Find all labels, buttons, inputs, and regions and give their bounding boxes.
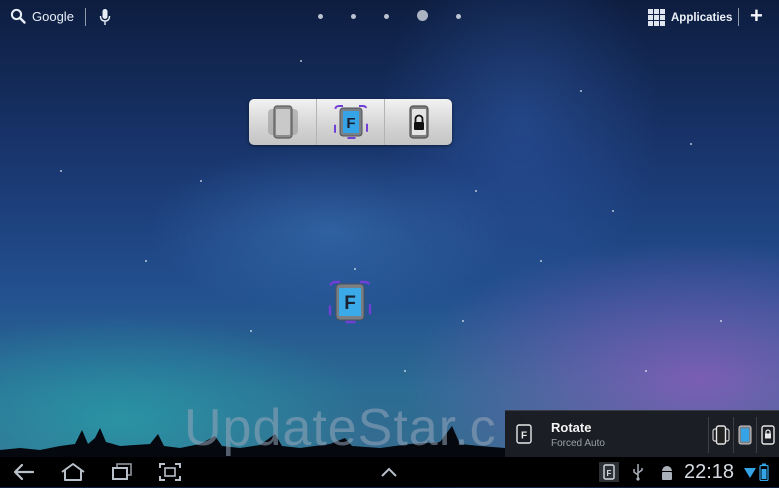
microphone-icon — [99, 8, 111, 26]
back-arrow-icon — [12, 462, 36, 482]
forced-auto-icon: F — [598, 461, 620, 483]
voice-search-button[interactable] — [99, 8, 111, 31]
recent-apps-icon — [111, 462, 133, 482]
home-button[interactable] — [59, 462, 87, 487]
forced-auto-icon — [736, 425, 754, 445]
svg-text:F: F — [607, 469, 612, 478]
page-dot[interactable] — [456, 14, 461, 19]
wifi-status — [744, 466, 756, 484]
usb-icon — [631, 463, 645, 481]
divider — [85, 8, 86, 26]
rotate-status-icon-button[interactable]: F — [598, 461, 620, 488]
notification-rotate-auto-button[interactable] — [710, 423, 732, 447]
google-search-label: Google — [32, 9, 74, 24]
notification-app-icon: F — [515, 424, 533, 449]
recent-apps-button[interactable] — [111, 462, 133, 487]
applications-button[interactable]: Applicaties — [648, 9, 732, 26]
wifi-icon — [744, 467, 756, 479]
rotate-app-shortcut[interactable]: F — [327, 279, 373, 330]
rotate-phone-icon — [264, 103, 302, 141]
notification-subtitle: Forced Auto — [551, 438, 605, 449]
notification-forced-auto-button[interactable] — [734, 423, 756, 447]
chevron-up-icon — [379, 466, 399, 478]
applications-label: Applicaties — [671, 12, 732, 24]
rotation-lock-icon — [400, 103, 438, 141]
divider — [738, 8, 739, 26]
screenshot-icon — [158, 462, 182, 482]
divider — [708, 417, 709, 453]
top-bar: Google Applicaties + — [0, 0, 779, 34]
apps-grid-icon — [648, 9, 665, 26]
forced-auto-icon: F — [515, 424, 533, 444]
svg-text:F: F — [521, 431, 527, 442]
rotate-widget: F — [249, 99, 452, 145]
google-search-button[interactable]: Google — [10, 8, 74, 24]
android-debug-icon — [659, 463, 675, 481]
forced-auto-button[interactable]: F — [316, 99, 384, 145]
rotate-auto-button[interactable] — [249, 99, 316, 145]
clock[interactable]: 22:18 — [684, 461, 734, 484]
svg-text:F: F — [346, 115, 355, 132]
page-indicator — [318, 11, 489, 21]
search-icon — [10, 8, 26, 24]
home-icon — [59, 462, 87, 482]
page-dot[interactable] — [351, 14, 356, 19]
battery-status — [759, 463, 769, 486]
notification-title: Rotate — [551, 420, 591, 435]
debug-status — [659, 463, 675, 486]
back-button[interactable] — [12, 462, 36, 487]
rotation-lock-button[interactable] — [384, 99, 452, 145]
usb-status — [631, 463, 645, 486]
svg-text:F: F — [344, 293, 356, 314]
page-dot[interactable] — [318, 14, 323, 19]
page-dot[interactable] — [384, 14, 389, 19]
rotate-notification[interactable]: F Rotate Forced Auto — [505, 410, 779, 458]
system-bar: F 22:18 — [0, 457, 779, 487]
page-dot-current[interactable] — [417, 10, 428, 21]
forced-auto-icon: F — [327, 279, 373, 325]
notification-rotation-lock-button[interactable] — [757, 423, 779, 447]
screenshot-button[interactable] — [158, 462, 182, 487]
add-widget-button[interactable]: + — [750, 5, 763, 27]
forced-auto-icon: F — [332, 103, 370, 141]
battery-icon — [759, 463, 769, 481]
menu-chevron-button[interactable] — [379, 465, 399, 483]
watermark-text: UpdateStar.c — [184, 398, 497, 458]
rotation-lock-icon — [759, 425, 777, 445]
rotate-phone-icon — [712, 425, 730, 445]
